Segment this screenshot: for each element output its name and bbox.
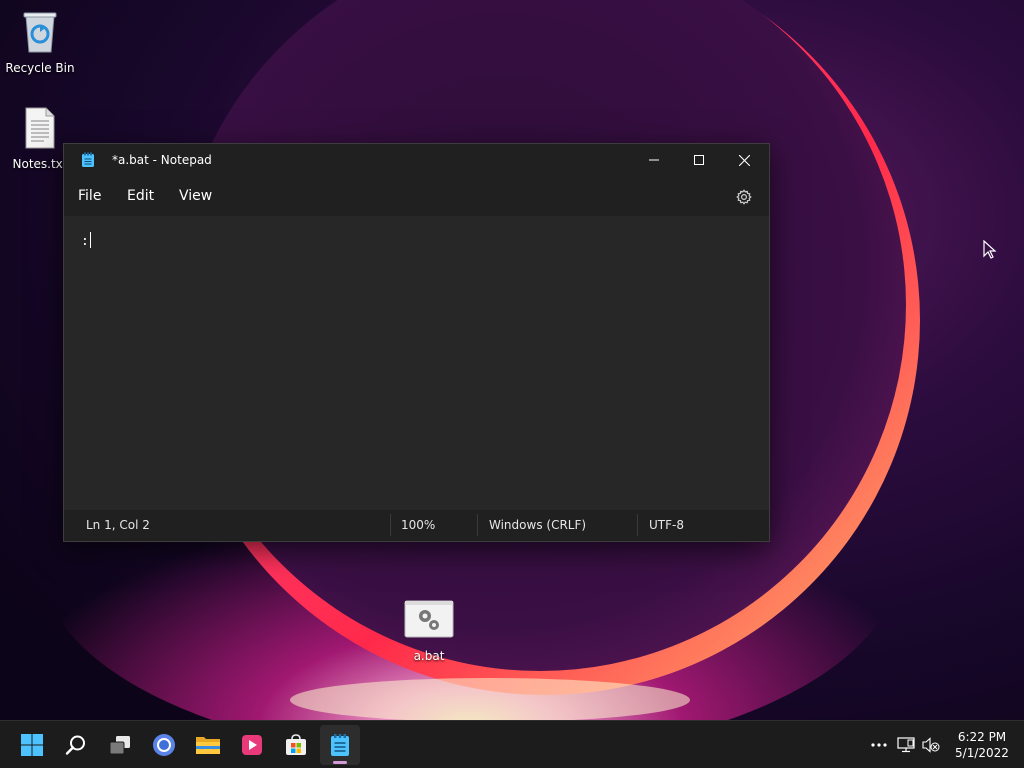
media-player-icon xyxy=(242,735,262,755)
desktop-icon-label: Recycle Bin xyxy=(5,61,75,75)
active-app-indicator xyxy=(333,761,347,764)
text-editor[interactable]: : xyxy=(64,216,769,510)
taskbar-file-explorer[interactable] xyxy=(188,725,228,765)
taskbar-media-player[interactable] xyxy=(232,725,272,765)
clock[interactable]: 6:22 PM 5/1/2022 xyxy=(948,729,1016,761)
notepad-window[interactable]: *a.bat - Notepad File Edit View: Ln 1, … xyxy=(63,143,770,542)
desktop: Recycle Bin Notes.txt a.bat *a.bat - Not… xyxy=(0,0,1024,768)
volume-muted-icon xyxy=(922,737,940,753)
menu-view[interactable]: View xyxy=(179,188,212,204)
start-button[interactable] xyxy=(12,725,52,765)
chrome-icon xyxy=(153,734,175,756)
menu-file[interactable]: File xyxy=(78,188,101,204)
taskbar-notepad[interactable] xyxy=(320,725,360,765)
notepad-icon xyxy=(331,734,349,756)
notepad-icon xyxy=(82,152,94,167)
task-view-button[interactable] xyxy=(100,725,140,765)
gear-icon xyxy=(736,189,752,205)
taskbar-microsoft-store[interactable] xyxy=(276,725,316,765)
status-divider xyxy=(637,514,638,536)
show-hidden-icons-button[interactable] xyxy=(869,735,889,755)
network-button[interactable] xyxy=(896,735,916,755)
status-divider xyxy=(390,514,391,536)
desktop-icon-batch-file[interactable]: a.bat xyxy=(389,600,469,663)
menu-edit[interactable]: Edit xyxy=(127,188,154,204)
taskbar-chrome[interactable] xyxy=(144,725,184,765)
minimize-button[interactable] xyxy=(631,144,677,176)
text-caret xyxy=(89,232,91,248)
microsoft-store-icon xyxy=(286,734,306,755)
maximize-icon xyxy=(694,155,704,165)
network-icon xyxy=(897,737,915,753)
start-icon xyxy=(21,734,43,756)
file-explorer-icon xyxy=(196,737,220,754)
overflow-icon xyxy=(871,743,887,747)
search-icon xyxy=(65,735,85,755)
close-button[interactable] xyxy=(721,144,767,176)
batch-file-icon xyxy=(404,600,454,638)
menu-bar: File Edit View xyxy=(64,176,769,216)
mouse-cursor-icon xyxy=(983,240,997,259)
title-bar[interactable]: *a.bat - Notepad xyxy=(64,144,769,176)
status-line-ending: Windows (CRLF) xyxy=(489,518,587,532)
status-position: Ln 1, Col 2 xyxy=(86,518,150,532)
close-icon xyxy=(738,154,750,166)
status-bar: Ln 1, Col 2 100% Windows (CRLF) UTF-8 xyxy=(64,510,769,541)
recycle-bin-icon xyxy=(23,12,57,53)
maximize-button[interactable] xyxy=(676,144,722,176)
editor-content: : xyxy=(81,234,89,249)
clock-time: 6:22 PM xyxy=(957,730,1007,744)
status-divider xyxy=(477,514,478,536)
minimize-icon xyxy=(649,159,659,161)
window-title: *a.bat - Notepad xyxy=(112,153,212,167)
editor-text: : xyxy=(81,232,91,249)
status-encoding: UTF-8 xyxy=(649,518,684,532)
settings-button[interactable] xyxy=(734,187,754,207)
status-zoom: 100% xyxy=(401,518,436,532)
search-button[interactable] xyxy=(56,725,96,765)
desktop-icon-label: a.bat xyxy=(413,649,445,663)
clock-date: 5/1/2022 xyxy=(955,746,1009,760)
taskbar: 6:22 PM 5/1/2022 xyxy=(0,720,1024,768)
volume-button[interactable] xyxy=(921,735,941,755)
desktop-icon-recycle-bin[interactable]: Recycle Bin xyxy=(0,8,80,75)
text-file-icon xyxy=(25,107,55,149)
task-view-icon xyxy=(109,736,130,755)
